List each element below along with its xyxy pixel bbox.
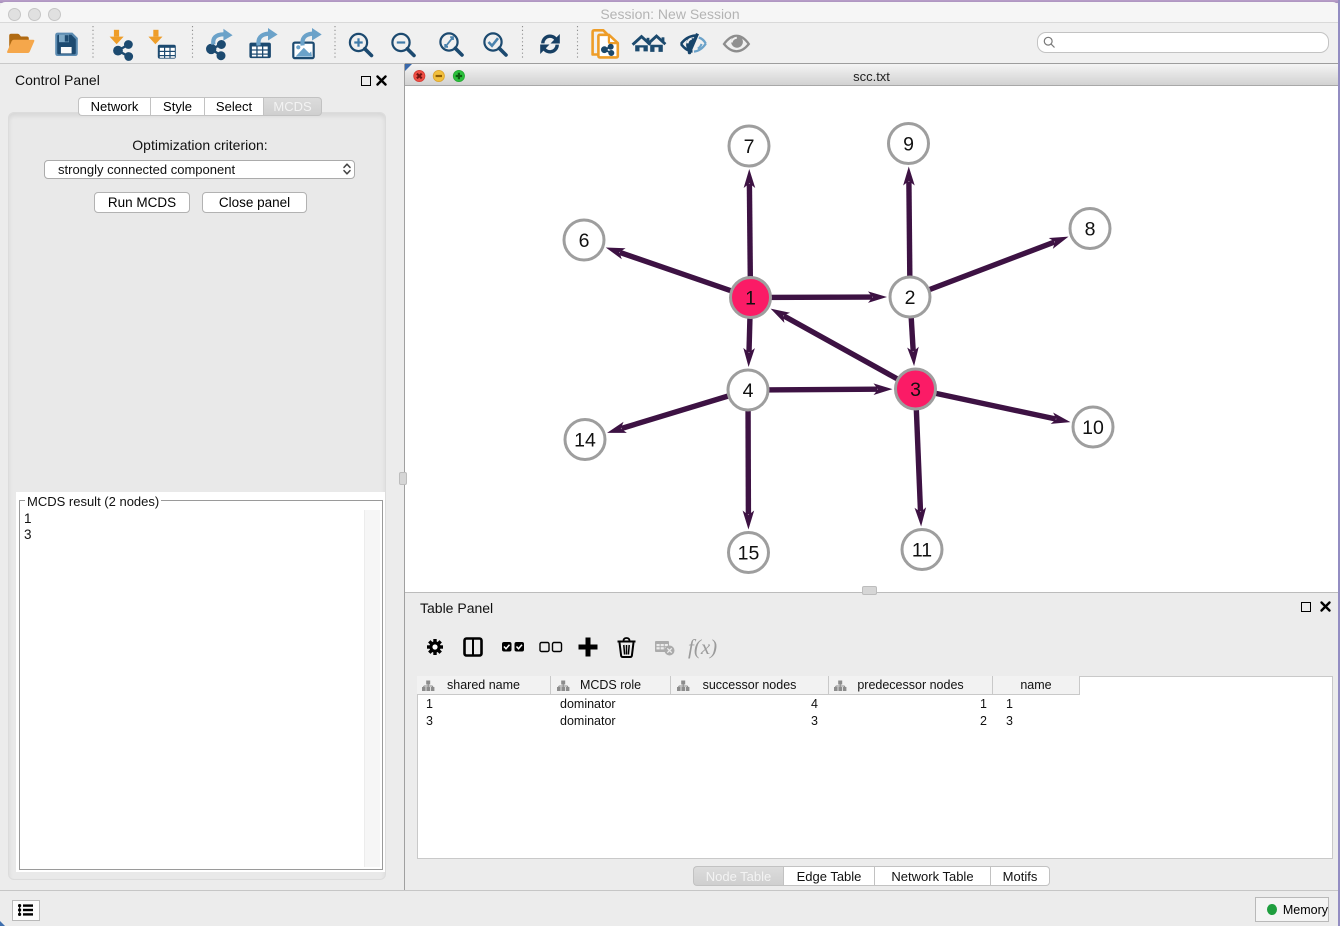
svg-text:7: 7 bbox=[744, 136, 755, 158]
svg-text:9: 9 bbox=[903, 134, 914, 156]
svg-text:8: 8 bbox=[1085, 219, 1096, 241]
svg-text:10: 10 bbox=[1082, 417, 1104, 439]
svg-text:4: 4 bbox=[743, 380, 754, 402]
svg-text:1: 1 bbox=[745, 288, 756, 310]
svg-text:3: 3 bbox=[910, 379, 921, 401]
svg-text:15: 15 bbox=[738, 543, 760, 565]
svg-text:2: 2 bbox=[905, 287, 916, 309]
svg-text:f(x): f(x) bbox=[688, 635, 717, 659]
svg-text:11: 11 bbox=[912, 540, 932, 562]
svg-text:14: 14 bbox=[574, 430, 596, 452]
svg-text:6: 6 bbox=[579, 230, 590, 252]
